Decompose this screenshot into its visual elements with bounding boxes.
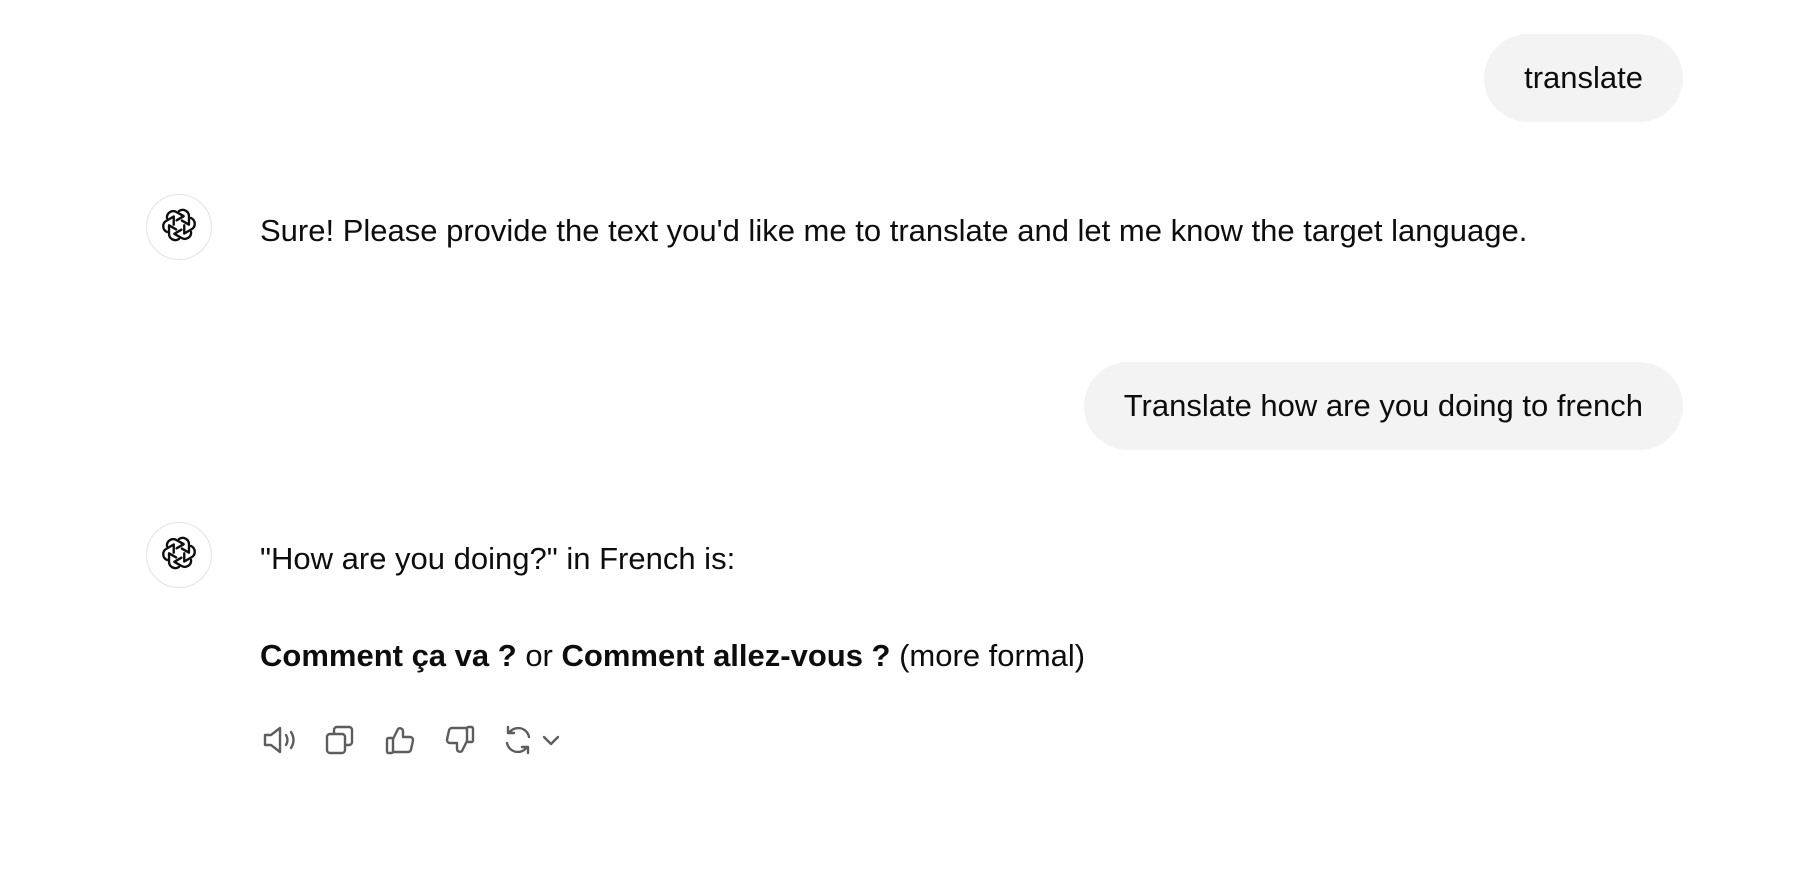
thumbs-up-icon <box>384 724 416 756</box>
copy-button[interactable] <box>318 718 362 762</box>
user-message: translate <box>1484 34 1683 122</box>
translation-connector: or <box>516 638 562 673</box>
openai-logo-icon <box>160 534 198 577</box>
assistant-avatar <box>146 522 212 588</box>
user-message-text: translate <box>1524 60 1643 95</box>
translation-formal: Comment allez-vous ? <box>561 638 891 673</box>
translation-formal-note: (more formal) <box>890 638 1086 673</box>
translation-informal: Comment ça va ? <box>260 638 517 673</box>
user-message-text: Translate how are you doing to french <box>1123 388 1643 423</box>
thumbs-up-button[interactable] <box>378 718 422 762</box>
assistant-message-translation: Comment ça va ? or Comment allez-vous ? … <box>260 636 1085 676</box>
thumbs-down-button[interactable] <box>438 718 482 762</box>
copy-icon <box>324 724 356 756</box>
assistant-message-text: "How are you doing?" in French is: <box>260 541 736 576</box>
speaker-icon <box>261 725 299 755</box>
chevron-down-icon <box>538 718 564 762</box>
refresh-icon <box>498 718 538 762</box>
thumbs-down-icon <box>444 724 476 756</box>
message-actions-toolbar <box>258 718 564 762</box>
regenerate-button[interactable] <box>498 718 564 762</box>
assistant-message-text: Sure! Please provide the text you'd like… <box>260 213 1528 248</box>
read-aloud-button[interactable] <box>258 718 302 762</box>
assistant-avatar <box>146 194 212 260</box>
openai-logo-icon <box>160 206 198 249</box>
user-message: Translate how are you doing to french <box>1083 362 1683 450</box>
